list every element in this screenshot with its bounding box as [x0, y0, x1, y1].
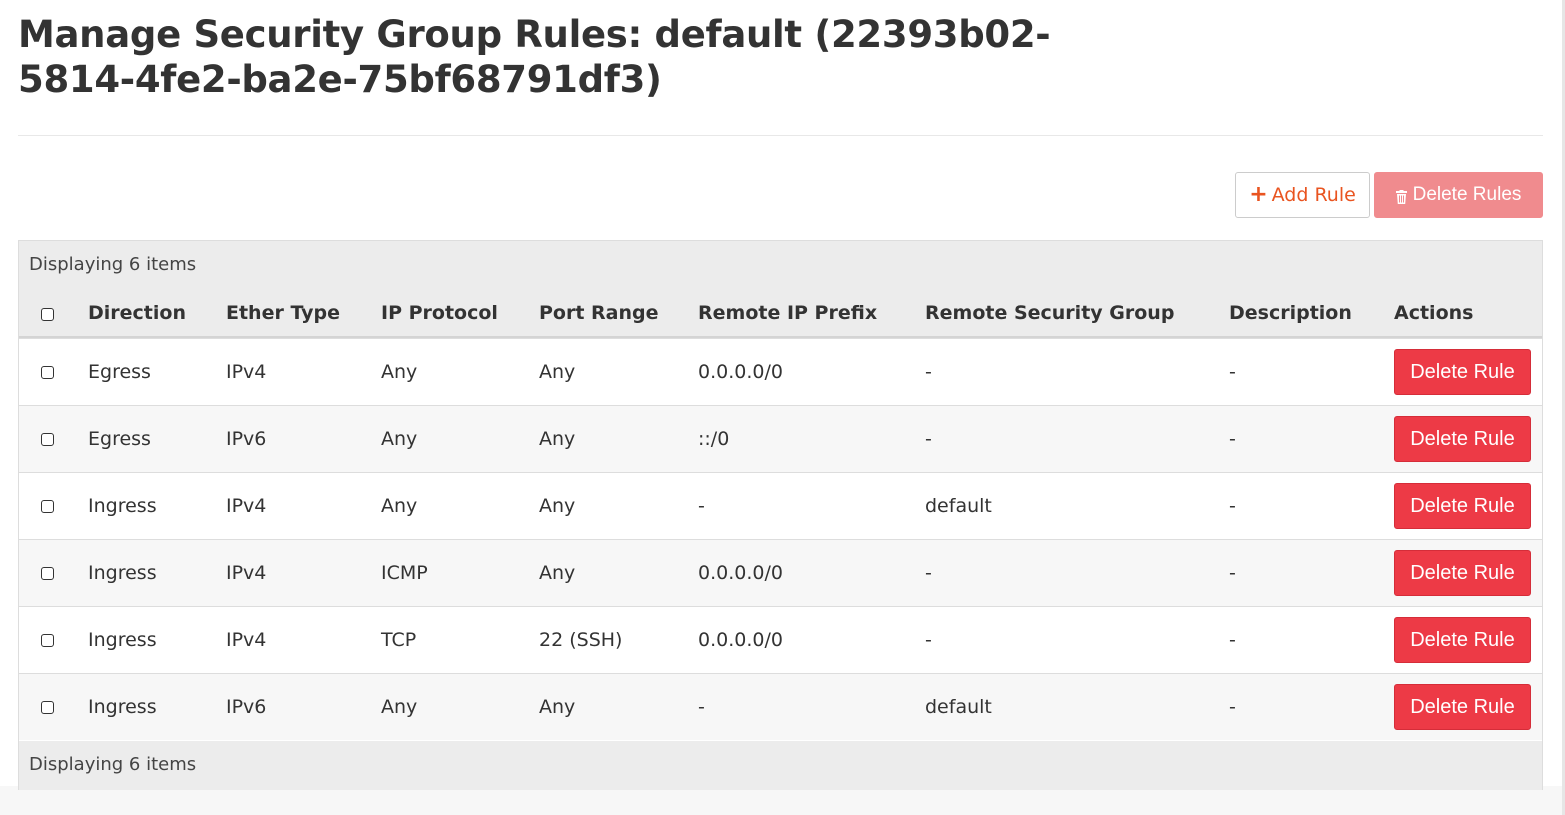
cell-direction: Egress [88, 361, 151, 383]
page-title: Manage Security Group Rules: default (22… [18, 13, 1051, 101]
cell-remote-ip-prefix: 0.0.0.0/0 [698, 562, 783, 584]
cell-ether-type: IPv6 [226, 428, 267, 450]
cell-ip-protocol: TCP [381, 629, 417, 651]
cell-ether-type: IPv4 [226, 629, 267, 651]
cell-direction: Ingress [88, 696, 157, 718]
cell-ether-type: IPv4 [226, 495, 267, 517]
column-header-direction[interactable]: Direction [88, 291, 186, 336]
cell-direction: Egress [88, 428, 151, 450]
row-checkbox[interactable] [41, 500, 54, 513]
trash-icon [1395, 188, 1407, 204]
rules-table: Displaying 6 items Direction Ether Type … [18, 240, 1543, 790]
cell-description: - [1229, 361, 1236, 383]
delete-rules-label: Delete Rules [1412, 184, 1522, 205]
column-header-description[interactable]: Description [1229, 291, 1352, 336]
column-header-ip-protocol[interactable]: IP Protocol [381, 291, 498, 336]
table-row: Ingress IPv6 Any Any - default - Delete … [19, 673, 1542, 740]
delete-rule-button[interactable]: Delete Rule [1394, 550, 1531, 596]
add-rule-button[interactable]: + Add Rule [1235, 172, 1370, 218]
cell-port-range: Any [539, 361, 576, 383]
delete-rule-button[interactable]: Delete Rule [1394, 349, 1531, 395]
cell-port-range: Any [539, 428, 576, 450]
cell-port-range: 22 (SSH) [539, 629, 623, 651]
table-header: Direction Ether Type IP Protocol Port Ra… [19, 291, 1542, 338]
cell-remote-security-group: - [925, 629, 932, 651]
cell-remote-ip-prefix: 0.0.0.0/0 [698, 629, 783, 651]
cell-direction: Ingress [88, 562, 157, 584]
cell-remote-security-group: default [925, 495, 992, 517]
row-checkbox[interactable] [41, 366, 54, 379]
table-caption-bottom: Displaying 6 items [19, 741, 1542, 790]
cell-ip-protocol: Any [381, 428, 418, 450]
cell-direction: Ingress [88, 629, 157, 651]
delete-rule-button[interactable]: Delete Rule [1394, 483, 1531, 529]
page: Manage Security Group Rules: default (22… [0, 0, 1565, 815]
cell-remote-security-group: default [925, 696, 992, 718]
row-checkbox[interactable] [41, 634, 54, 647]
cell-description: - [1229, 428, 1236, 450]
delete-rules-button[interactable]: Delete Rules [1374, 172, 1543, 218]
row-checkbox[interactable] [41, 433, 54, 446]
table-row: Egress IPv6 Any Any ::/0 - - Delete Rule [19, 405, 1542, 472]
cell-ip-protocol: ICMP [381, 562, 428, 584]
cell-remote-ip-prefix: ::/0 [698, 428, 730, 450]
cell-remote-security-group: - [925, 562, 932, 584]
cell-ether-type: IPv4 [226, 562, 267, 584]
cell-remote-security-group: - [925, 428, 932, 450]
cell-description: - [1229, 629, 1236, 651]
cell-remote-ip-prefix: 0.0.0.0/0 [698, 361, 783, 383]
delete-rule-button[interactable]: Delete Rule [1394, 684, 1531, 730]
table-row: Ingress IPv4 Any Any - default - Delete … [19, 472, 1542, 539]
cell-description: - [1229, 495, 1236, 517]
divider [18, 135, 1543, 136]
column-header-remote-ip-prefix[interactable]: Remote IP Prefix [698, 291, 877, 336]
table-row: Egress IPv4 Any Any 0.0.0.0/0 - - Delete… [19, 338, 1542, 405]
delete-rule-button[interactable]: Delete Rule [1394, 617, 1531, 663]
table-row: Ingress IPv4 TCP 22 (SSH) 0.0.0.0/0 - - … [19, 606, 1542, 673]
cell-ether-type: IPv4 [226, 361, 267, 383]
column-header-actions: Actions [1394, 302, 1474, 324]
add-rule-label: Add Rule [1271, 184, 1356, 206]
cell-description: - [1229, 696, 1236, 718]
cell-port-range: Any [539, 696, 576, 718]
cell-remote-ip-prefix: - [698, 495, 705, 517]
cell-port-range: Any [539, 562, 576, 584]
column-header-remote-security-group[interactable]: Remote Security Group [925, 291, 1174, 336]
cell-ip-protocol: Any [381, 495, 418, 517]
cell-direction: Ingress [88, 495, 157, 517]
column-header-port-range[interactable]: Port Range [539, 291, 659, 336]
cell-remote-security-group: - [925, 361, 932, 383]
column-header-ether-type[interactable]: Ether Type [226, 291, 340, 336]
delete-rule-button[interactable]: Delete Rule [1394, 416, 1531, 462]
cell-ip-protocol: Any [381, 696, 418, 718]
select-all-checkbox[interactable] [41, 308, 54, 321]
cell-port-range: Any [539, 495, 576, 517]
row-checkbox[interactable] [41, 701, 54, 714]
table-row: Ingress IPv4 ICMP Any 0.0.0.0/0 - - Dele… [19, 539, 1542, 606]
row-checkbox[interactable] [41, 567, 54, 580]
cell-description: - [1229, 562, 1236, 584]
plus-icon: + [1249, 182, 1268, 207]
table-caption-top: Displaying 6 items [19, 241, 1542, 291]
cell-remote-ip-prefix: - [698, 696, 705, 718]
cell-ether-type: IPv6 [226, 696, 267, 718]
cell-ip-protocol: Any [381, 361, 418, 383]
page-footer-band [0, 786, 1565, 815]
